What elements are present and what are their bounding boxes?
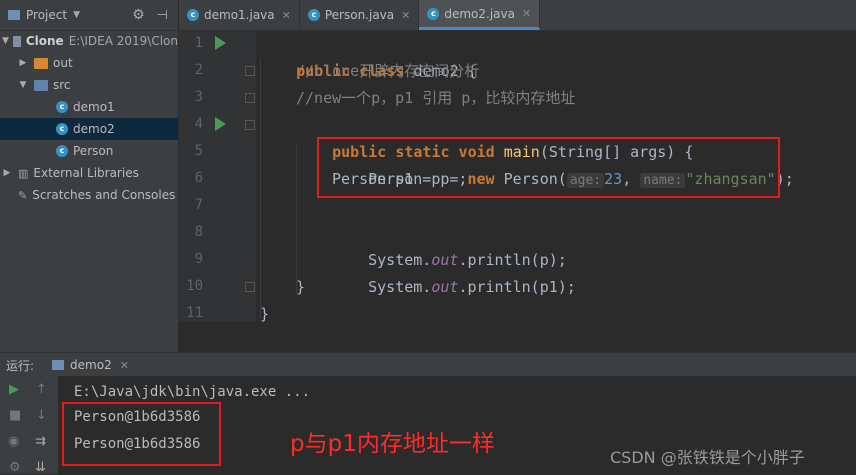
fold-icon[interactable] bbox=[245, 282, 255, 292]
run-panel-label: 运行: bbox=[6, 358, 35, 373]
tree-item-clone[interactable]: ▼ Clone E:\IDEA 2019\Clon bbox=[0, 30, 178, 52]
code-line-8: System.out.println(p); bbox=[368, 251, 567, 269]
gear-icon[interactable]: ⚙ bbox=[132, 7, 145, 23]
tree-item-demo2[interactable]: c demo2 bbox=[0, 118, 178, 140]
project-panel-title[interactable]: Project bbox=[26, 8, 67, 22]
tree-item-label: demo1 bbox=[73, 100, 115, 114]
rerun-icon[interactable]: ▶ bbox=[9, 382, 19, 397]
java-class-icon: c bbox=[187, 9, 199, 21]
library-icon: ▥ bbox=[18, 166, 29, 180]
run-config-icon bbox=[52, 360, 65, 370]
run-tab-label: demo2 bbox=[70, 358, 112, 372]
code-line-2: //clone开辟内存空间分析 bbox=[296, 62, 480, 80]
tree-item-person[interactable]: c Person bbox=[0, 140, 178, 162]
tree-item-label: Clone bbox=[25, 34, 64, 48]
tree-item-label: out bbox=[53, 56, 73, 70]
minimize-icon[interactable]: ⊣ bbox=[157, 8, 168, 23]
annotation-text: p与p1内存地址一样 bbox=[290, 431, 495, 457]
line-number: 6 bbox=[194, 170, 203, 186]
tree-item-path: E:\IDEA 2019\Clon bbox=[68, 34, 178, 48]
run-panel-header: 运行: demo2 ✕ bbox=[0, 352, 856, 377]
tab-person[interactable]: c Person.java ✕ bbox=[300, 0, 420, 30]
close-icon[interactable]: ✕ bbox=[120, 359, 129, 372]
tree-item-out[interactable]: ▶ out bbox=[0, 52, 178, 74]
chevron-down-icon[interactable]: ▼ bbox=[2, 36, 9, 46]
java-class-icon: c bbox=[56, 101, 68, 113]
code-line-9: System.out.println(p1); bbox=[368, 278, 576, 296]
code-line-1: public class demo2 { bbox=[296, 62, 477, 80]
tab-label: demo2.java bbox=[444, 6, 515, 21]
java-class-icon: c bbox=[56, 145, 68, 157]
stop-icon[interactable]: ■ bbox=[9, 408, 21, 423]
tree-item-scratches[interactable]: ✎ Scratches and Consoles bbox=[0, 184, 178, 206]
chevron-right-icon[interactable]: ▶ bbox=[2, 168, 12, 178]
fold-icon[interactable] bbox=[245, 66, 255, 76]
tree-item-label: demo2 bbox=[73, 122, 115, 136]
tab-label: Person.java bbox=[324, 8, 395, 22]
folder-icon bbox=[34, 57, 48, 69]
run-class-icon[interactable] bbox=[215, 36, 226, 50]
arrow-down-icon[interactable]: ↓ bbox=[36, 408, 47, 423]
tree-item-label: src bbox=[53, 78, 71, 92]
run-main-icon[interactable] bbox=[215, 117, 226, 131]
settings-icon[interactable]: ⚙ bbox=[9, 460, 21, 475]
chevron-down-icon[interactable]: ▼ bbox=[73, 10, 80, 20]
editor-tabs: c demo1.java ✕ c Person.java ✕ c demo2.j… bbox=[179, 0, 856, 31]
tree-item-label: Scratches and Consoles bbox=[32, 188, 176, 202]
scroll-to-end-icon[interactable]: ⇊ bbox=[35, 460, 46, 475]
line-number: 1 bbox=[194, 35, 203, 51]
code-line-10: } bbox=[296, 278, 306, 296]
project-panel: Project ▼ ⚙ ⊣ ▼ Clone E:\IDEA 2019\Clon … bbox=[0, 0, 179, 352]
camera-icon[interactable]: ◉ bbox=[8, 434, 19, 449]
fold-icon[interactable] bbox=[245, 93, 255, 103]
arrow-up-icon[interactable]: ↑ bbox=[36, 382, 47, 397]
soft-wrap-icon[interactable]: ⇉ bbox=[35, 434, 46, 449]
run-toolbar: ▶ ■ ◉ ⚙ ↑ ↓ ⇉ ⇊ bbox=[0, 376, 58, 475]
tree-item-src[interactable]: ▼ src bbox=[0, 74, 178, 96]
close-icon[interactable]: ✕ bbox=[522, 7, 531, 20]
line-number: 5 bbox=[194, 143, 203, 159]
java-class-icon: c bbox=[427, 7, 440, 20]
java-class-icon: c bbox=[307, 9, 320, 21]
tree-item-label: Person bbox=[73, 144, 114, 158]
scratches-icon: ✎ bbox=[18, 188, 28, 202]
line-number: 9 bbox=[194, 251, 203, 267]
tab-label: demo1.java bbox=[204, 8, 275, 22]
project-view-icon bbox=[8, 10, 20, 20]
java-class-icon: c bbox=[56, 123, 68, 135]
line-number: 10 bbox=[186, 278, 203, 294]
line-number: 7 bbox=[194, 197, 203, 213]
tree-item-external-libraries[interactable]: ▶ ▥ External Libraries bbox=[0, 162, 178, 184]
tab-demo1[interactable]: c demo1.java ✕ bbox=[179, 0, 300, 30]
code-line-11: } bbox=[260, 305, 270, 323]
highlight-box-output bbox=[62, 402, 221, 466]
code-line-4: public static void main(String[] args) { bbox=[332, 143, 694, 161]
console-line: E:\Java\jdk\bin\java.exe ... bbox=[74, 384, 311, 400]
chevron-down-icon[interactable]: ▼ bbox=[18, 80, 28, 90]
fold-icon[interactable] bbox=[245, 120, 255, 130]
line-number: 3 bbox=[194, 89, 203, 105]
module-folder-icon bbox=[12, 35, 21, 47]
source-folder-icon bbox=[34, 79, 48, 91]
line-number: 2 bbox=[194, 62, 203, 78]
highlight-box-code bbox=[317, 137, 780, 198]
tree-item-demo1[interactable]: c demo1 bbox=[0, 96, 178, 118]
code-line-3: //new一个p，p1 引用 p，比较内存地址 bbox=[296, 89, 576, 107]
project-panel-header[interactable]: Project ▼ ⚙ ⊣ bbox=[0, 0, 178, 31]
close-icon[interactable]: ✕ bbox=[282, 9, 291, 22]
run-tab-demo2[interactable]: demo2 ✕ bbox=[52, 358, 129, 372]
editor-gutter: 1 2 3 4 5 6 7 8 9 10 11 bbox=[179, 31, 256, 321]
close-icon[interactable]: ✕ bbox=[401, 9, 410, 22]
tree-item-label: External Libraries bbox=[33, 166, 139, 180]
line-number: 11 bbox=[186, 305, 203, 321]
line-number: 4 bbox=[194, 116, 203, 132]
chevron-right-icon[interactable]: ▶ bbox=[18, 58, 28, 68]
watermark: CSDN @张铁铁是个小胖子 bbox=[610, 448, 805, 467]
tab-demo2[interactable]: c demo2.java ✕ bbox=[419, 0, 541, 30]
line-number: 8 bbox=[194, 224, 203, 240]
